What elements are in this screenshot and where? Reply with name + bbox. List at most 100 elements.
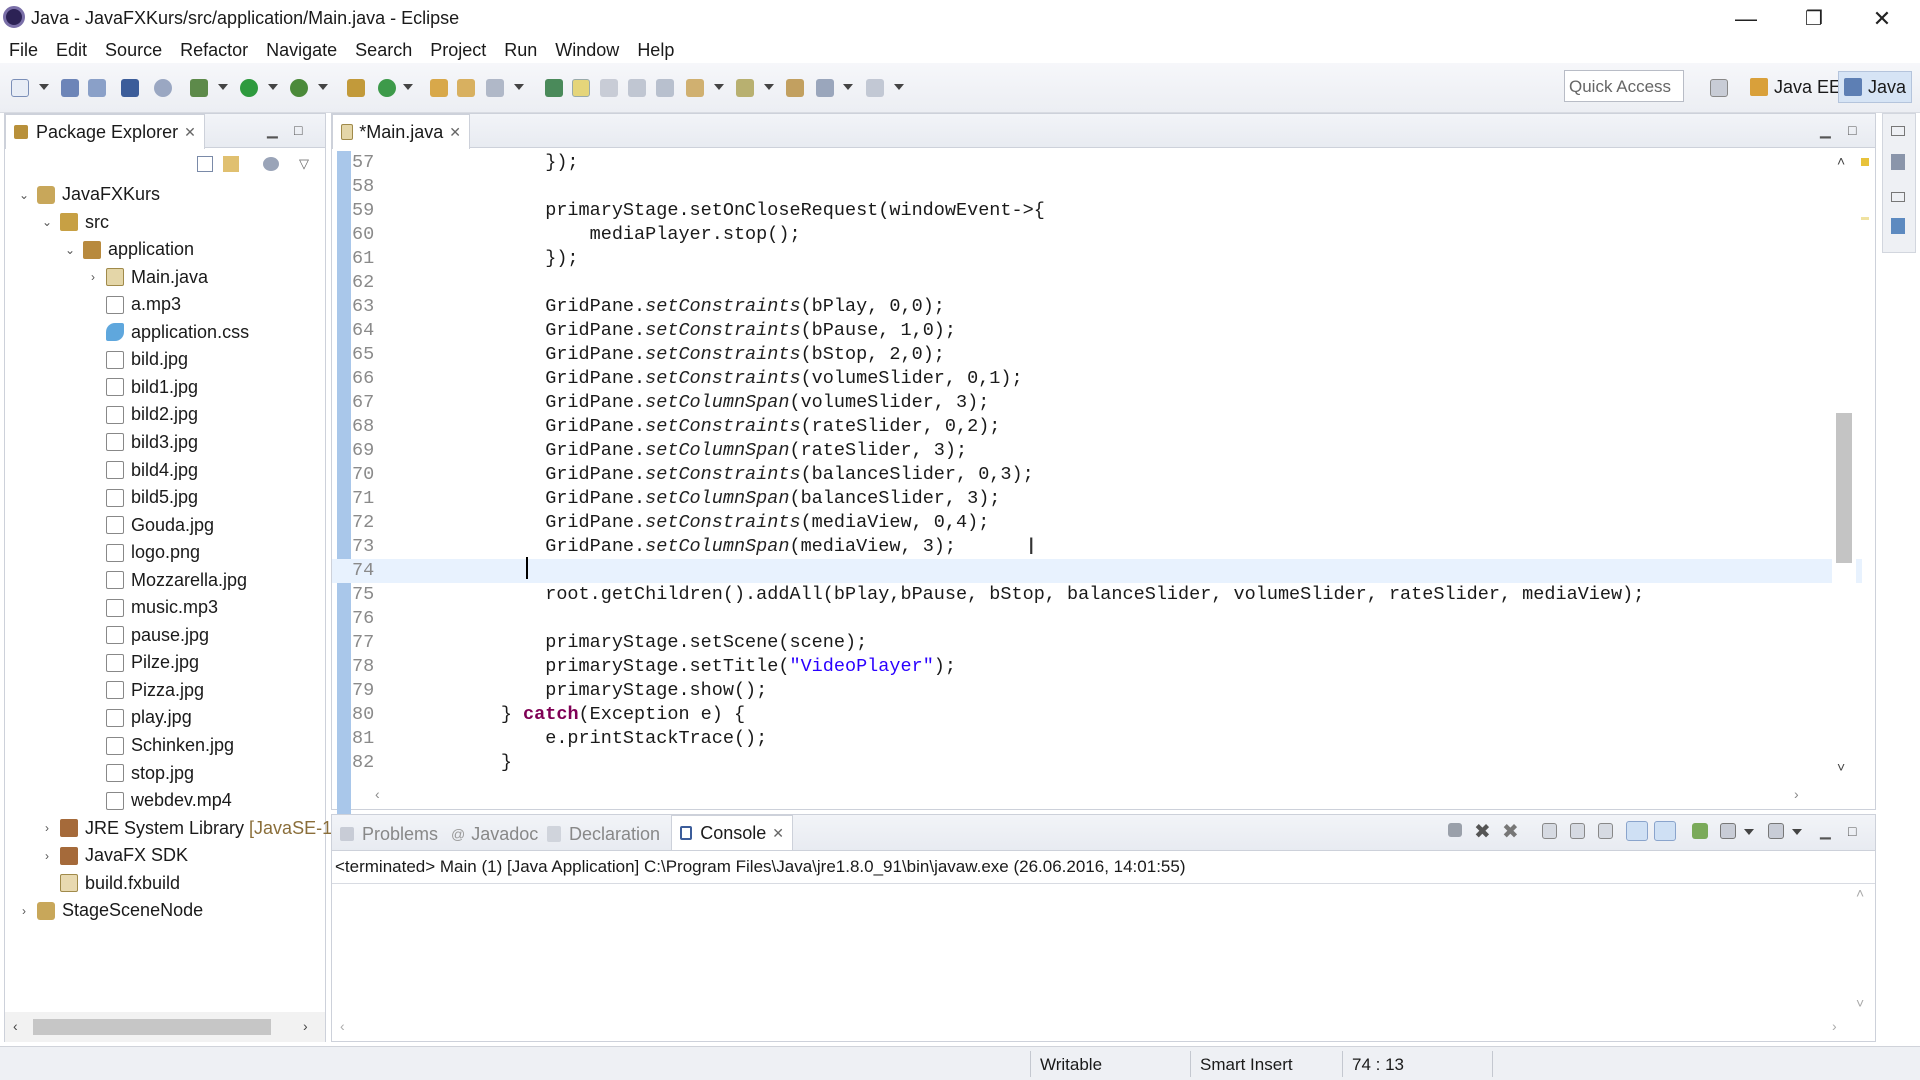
code-line[interactable]: 70 GridPane.setConstraints(balanceSlider… [332,463,1862,487]
minimize-view-icon[interactable]: ▁ [267,122,278,139]
clear-console-icon[interactable] [1542,823,1557,839]
code-line[interactable]: 61 }); [332,247,1862,271]
coverage-dropdown-icon[interactable] [318,84,328,90]
tree-item[interactable]: bild.jpg [86,346,188,373]
view-menu-icon[interactable]: ▽ [299,156,309,172]
tab-declaration[interactable]: Declaration [539,817,668,851]
overview-ruler-marker[interactable] [1861,158,1869,166]
tree-item[interactable]: bild3.jpg [86,429,198,456]
new-class-dropdown-icon[interactable] [403,84,413,90]
restore-icon[interactable] [1891,126,1905,136]
back-icon[interactable] [816,79,834,97]
show-on-stdout-icon[interactable] [1626,821,1648,841]
minimize-button[interactable]: — [1716,0,1776,37]
debug-icon[interactable] [190,79,208,97]
new-java-project-icon[interactable] [347,79,365,97]
expand-open-icon[interactable]: ⌄ [63,243,77,257]
search-dropdown-icon[interactable] [514,84,524,90]
close-tab-icon[interactable]: ✕ [772,825,784,842]
run-dropdown-icon[interactable] [268,84,278,90]
editor-horizontal-scrollbar[interactable]: ‹ › [372,784,1832,806]
code-line[interactable]: 72 GridPane.setConstraints(mediaView, 0,… [332,511,1862,535]
close-tab-icon[interactable]: ✕ [449,124,461,141]
tree-item[interactable]: › Main.java [86,264,208,291]
maximize-editor-icon[interactable]: □ [1848,122,1856,138]
debug-dropdown-icon[interactable] [218,84,228,90]
tree-item[interactable]: webdev.mp4 [86,787,232,814]
menu-project[interactable]: Project [430,40,486,61]
expand-closed-icon[interactable]: › [86,270,100,284]
tab-main-java[interactable]: *Main.java ✕ [332,114,470,149]
open-perspective-icon[interactable] [1710,79,1728,97]
task-list-icon[interactable] [1891,154,1905,170]
overview-ruler-occurrence[interactable] [1861,217,1869,220]
tree-item[interactable]: pause.jpg [86,622,209,649]
menu-help[interactable]: Help [637,40,674,61]
next-annotation-dropdown-icon[interactable] [714,84,724,90]
code-line[interactable]: 81 e.printStackTrace(); [332,727,1862,751]
tree-horizontal-scrollbar[interactable]: ‹ › [5,1012,325,1042]
tree-item[interactable]: stop.jpg [86,760,194,787]
close-tab-icon[interactable]: ✕ [184,124,196,141]
code-line[interactable]: 75 root.getChildren().addAll(bPlay,bPaus… [332,583,1862,607]
scroll-right-icon[interactable]: › [1794,786,1799,802]
expand-open-icon[interactable]: ⌄ [40,215,54,229]
tree-item[interactable]: ⌄ application [63,236,194,263]
show-on-stderr-icon[interactable] [1654,821,1676,841]
expand-closed-icon[interactable]: › [17,904,31,918]
tab-console[interactable]: Console ✕ [671,815,793,850]
remove-launch-icon[interactable]: ✖ [1474,819,1491,844]
menu-navigate[interactable]: Navigate [266,40,337,61]
tree-item[interactable]: › StageSceneNode [17,897,203,924]
code-line[interactable]: 71 GridPane.setColumnSpan(balanceSlider,… [332,487,1862,511]
code-line[interactable]: 62 [332,271,1862,295]
pin-console-icon[interactable] [1692,823,1708,839]
scroll-right-icon[interactable]: › [303,1018,308,1034]
last-edit-location-icon[interactable] [786,79,804,97]
code-line[interactable]: 57 }); [332,151,1862,175]
tree-item[interactable]: application.css [86,319,249,346]
tree-item[interactable]: bild1.jpg [86,374,198,401]
paragraph-icon[interactable] [656,79,674,97]
tree-item[interactable]: bild2.jpg [86,401,198,428]
menu-source[interactable]: Source [105,40,162,61]
open-console-dropdown-icon[interactable] [1792,829,1802,835]
forward-icon[interactable] [866,79,884,97]
tree-item[interactable]: logo.png [86,539,200,566]
code-line[interactable]: 77 primaryStage.setScene(scene); [332,631,1862,655]
prev-annotation-dropdown-icon[interactable] [764,84,774,90]
console-scroll-right-icon[interactable]: › [1832,1018,1837,1034]
scroll-down-icon[interactable]: ˅ [1837,759,1845,775]
code-line[interactable]: 73 GridPane.setColumnSpan(mediaView, 3); [332,535,1862,559]
restore-icon[interactable] [1891,192,1905,202]
tree-item[interactable]: music.mp3 [86,594,218,621]
expand-closed-icon[interactable]: › [40,821,54,835]
editor-vertical-scrollbar[interactable]: ˄ ˅ [1832,151,1856,785]
code-line[interactable]: 79 primaryStage.show(); [332,679,1862,703]
maximize-console-icon[interactable]: □ [1848,823,1856,839]
code-line[interactable]: 68 GridPane.setConstraints(rateSlider, 0… [332,415,1862,439]
tree-item[interactable]: build.fxbuild [40,870,180,897]
open-type-icon[interactable] [430,79,448,97]
code-line[interactable]: 69 GridPane.setColumnSpan(rateSlider, 3)… [332,439,1862,463]
code-line[interactable]: 66 GridPane.setConstraints(volumeSlider,… [332,367,1862,391]
tree-item[interactable]: › JRE System Library [JavaSE-1.8 [40,815,347,842]
menu-file[interactable]: File [9,40,38,61]
coverage-icon[interactable] [290,79,308,97]
toggle-breadcrumb-icon[interactable] [545,79,563,97]
tree-item[interactable]: a.mp3 [86,291,181,318]
mark-occurrences-icon[interactable] [572,79,590,97]
tree-item[interactable]: Pilze.jpg [86,649,199,676]
scroll-left-icon[interactable]: ‹ [13,1018,18,1034]
perspective-java[interactable]: Java [1838,71,1913,103]
code-line[interactable]: 59 primaryStage.setOnCloseRequest(window… [332,199,1862,223]
display-console-icon[interactable] [1720,823,1736,839]
expand-closed-icon[interactable]: › [40,849,54,863]
menu-search[interactable]: Search [355,40,412,61]
word-wrap-icon[interactable] [1598,823,1613,839]
tree-item[interactable]: bild5.jpg [86,484,198,511]
tree-item[interactable]: Schinken.jpg [86,732,234,759]
code-line[interactable]: 82 } [332,751,1862,775]
save-icon[interactable] [61,79,79,97]
new-class-icon[interactable] [378,79,396,97]
